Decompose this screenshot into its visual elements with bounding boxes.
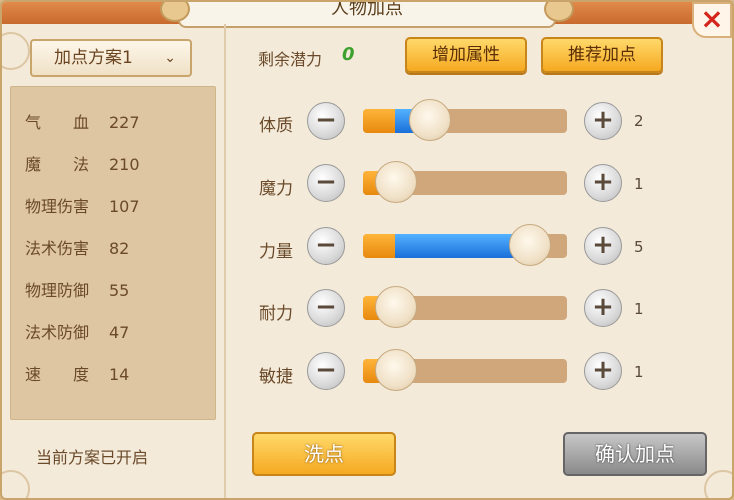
slider-base-fill [363,234,395,258]
minus-button[interactable]: − [307,227,345,265]
chevron-down-icon: ⌄ [164,50,176,66]
stats-box: 气 血 227 魔 法 210 物理伤害 107 法术伤害 82 物理防御 55 法术防御… [10,86,216,420]
stat-value: 82 [109,239,130,258]
stat-value: 47 [109,323,130,342]
stat-row-hp: 气 血 227 [25,109,140,132]
slider-handle[interactable] [509,224,552,266]
plus-button[interactable]: + [584,289,622,327]
attribute-panel: 人物加点 × 加点方案1 ⌄ 气 血 227 魔 法 210 物理伤害 107 法术伤… [0,0,734,500]
stat-row-speed: 速 度 14 [25,361,130,384]
stat-name: 法术伤害 [25,239,90,258]
scheme-dropdown[interactable]: 加点方案1 ⌄ [30,39,192,77]
attribute-label: 敏捷 [259,367,293,387]
attribute-label: 体质 [259,116,293,136]
stat-name: 法术防御 [25,323,90,342]
minus-button[interactable]: − [307,289,345,327]
stat-value: 55 [109,281,130,300]
stat-row-mp: 魔 法 210 [25,151,140,174]
stat-name: 速 度 [25,365,90,384]
stat-name: 魔 法 [25,155,90,174]
stat-row-magic-def: 法术防御 47 [25,319,130,342]
confirm-points-button[interactable]: 确认加点 [563,432,707,476]
stat-row-magic-atk: 法术伤害 82 [25,235,130,258]
slider-handle[interactable] [374,161,417,203]
remaining-points-label: 剩余潜力 [258,50,323,69]
attribute-points: 2 [634,112,644,130]
stat-value: 227 [109,113,140,132]
plus-button[interactable]: + [584,164,622,202]
scheme-label: 加点方案1 [54,48,133,68]
scroll-ornament-left [160,2,190,22]
attribute-points: 1 [634,175,644,193]
slider-handle[interactable] [374,286,417,328]
minus-button[interactable]: − [307,102,345,140]
plus-button[interactable]: + [584,352,622,390]
stat-name: 物理防御 [25,281,90,300]
attribute-slider-track[interactable] [363,109,567,133]
attribute-points: 1 [634,363,644,381]
corner-ornament [704,470,732,498]
panel-title: 人物加点 [331,0,403,19]
minus-button[interactable]: − [307,352,345,390]
slider-handle[interactable] [409,99,452,141]
minus-button[interactable]: − [307,164,345,202]
stat-name: 气 血 [25,113,90,132]
close-icon: × [700,2,724,35]
stat-name: 物理伤害 [25,197,90,216]
add-attribute-button[interactable]: 增加属性 [405,37,527,73]
stat-value: 107 [109,197,140,216]
plus-button[interactable]: + [584,227,622,265]
scheme-status-text: 当前方案已开启 [36,448,149,467]
stat-row-phys-def: 物理防御 55 [25,277,130,300]
stat-value: 210 [109,155,140,174]
attribute-label: 力量 [259,242,293,262]
stat-row-phys-atk: 物理伤害 107 [25,193,140,216]
title-plaque: 人物加点 [160,0,574,28]
slider-base-fill [363,109,395,133]
stat-value: 14 [109,365,130,384]
attribute-points: 5 [634,238,644,256]
close-button[interactable]: × [692,2,732,38]
reset-points-button[interactable]: 洗点 [252,432,396,476]
recommend-points-button[interactable]: 推荐加点 [541,37,663,73]
slider-handle[interactable] [374,349,417,391]
attribute-label: 魔力 [259,179,293,199]
attribute-label: 耐力 [259,304,293,324]
remaining-points-value: 0 [342,44,355,65]
plus-button[interactable]: + [584,102,622,140]
attribute-points: 1 [634,300,644,318]
